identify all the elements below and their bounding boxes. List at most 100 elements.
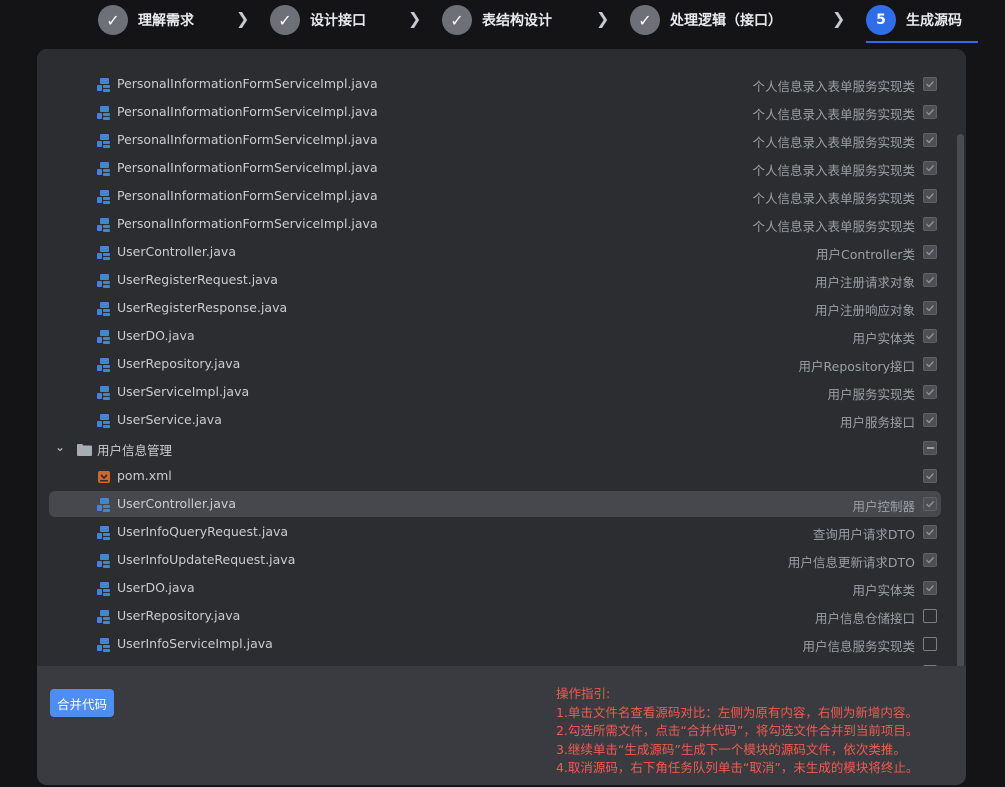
file-name[interactable]: PersonalInformationFormServiceImpl.java (117, 76, 378, 91)
row-checkbox[interactable] (923, 525, 937, 539)
folder-name[interactable]: 用户信息管理 (97, 440, 172, 459)
java-file-icon (97, 329, 111, 344)
row-checkbox[interactable] (923, 609, 937, 623)
row-checkbox[interactable] (923, 273, 937, 287)
row-checkbox[interactable] (923, 581, 937, 595)
guide-title: 操作指引: (556, 686, 611, 701)
guide-line: 4.取消源码，右下角任务队列单击“取消”，未生成的模块将终止。 (556, 760, 919, 775)
tree-file-row[interactable]: UserController.java 用户Controller类 (49, 239, 941, 265)
file-name[interactable]: UserInfoQueryRequest.java (117, 524, 288, 539)
tree-file-row[interactable]: UserDO.java 用户实体类 (49, 575, 941, 601)
tree-file-row[interactable]: UserInfoServiceImpl.java 用户信息服务实现类 (49, 631, 941, 657)
row-checkbox[interactable] (923, 329, 937, 343)
check-icon (926, 333, 935, 340)
file-description: 用户服务接口 (839, 415, 915, 430)
stepper: ✓ 理解需求 ❯ ✓ 设计接口 ❯ ✓ 表结构设计 ❯ ✓ 处理逻辑（接口） ❯… (0, 0, 1005, 43)
row-checkbox[interactable] (923, 245, 937, 259)
file-name[interactable]: UserRegisterResponse.java (117, 300, 287, 315)
tree-file-row[interactable]: UserRegisterResponse.java 用户注册响应对象 (49, 295, 941, 321)
tree-file-row[interactable]: UserRepository.java 用户Repository接口 (49, 351, 941, 377)
tree-file-row[interactable]: PersonalInformationFormServiceImpl.java 个… (49, 99, 941, 125)
tree-file-row[interactable]: pom.xml (49, 463, 941, 489)
file-name[interactable]: PersonalInformationFormServiceImpl.java (117, 104, 378, 119)
step-number-badge: 5 (866, 5, 896, 35)
chevron-right-icon: ❯ (236, 9, 250, 28)
row-checkbox[interactable] (923, 161, 937, 175)
file-name[interactable]: UserService.java (117, 412, 222, 427)
tree-file-row[interactable]: UserServiceImpl.java 用户服务实现类 (49, 379, 941, 405)
row-checkbox[interactable] (923, 413, 937, 427)
file-description: 用户注册响应对象 (814, 303, 915, 318)
file-description: 用户Controller类 (816, 247, 915, 262)
row-checkbox[interactable] (923, 469, 937, 483)
file-name[interactable]: UserRepository.java (117, 356, 240, 371)
java-file-icon (97, 133, 111, 148)
file-name[interactable]: PersonalInformationFormServiceImpl.java (117, 160, 378, 175)
tree-file-row[interactable]: PersonalInformationFormServiceImpl.java 个… (49, 155, 941, 181)
row-checkbox[interactable] (923, 441, 937, 455)
tree-file-row[interactable]: PersonalInformationFormServiceImpl.java 个… (49, 71, 941, 97)
tree-file-row[interactable]: UserService.java 用户服务接口 (49, 407, 941, 433)
java-file-icon (97, 105, 111, 120)
guide-line: 1.单击文件名查看源码对比：左侧为原有内容，右侧为新增内容。 (556, 704, 918, 720)
java-file-icon (97, 273, 111, 288)
file-name[interactable]: UserDO.java (117, 328, 195, 343)
check-icon (926, 109, 935, 116)
file-name[interactable]: UserInfoUpdateRequest.java (117, 552, 295, 567)
step-label: 理解需求 (138, 13, 194, 29)
row-checkbox[interactable] (923, 301, 937, 315)
tree-file-row[interactable]: PersonalInformationFormServiceImpl.java 个… (49, 211, 941, 237)
step-design-interface[interactable]: ✓ 设计接口 (270, 4, 366, 36)
scrollbar[interactable] (957, 134, 964, 674)
row-checkbox[interactable] (923, 385, 937, 399)
file-name[interactable]: PersonalInformationFormServiceImpl.java (117, 132, 378, 147)
java-file-icon (97, 385, 111, 400)
tree-file-row[interactable]: PersonalInformationFormServiceImpl.java 个… (49, 183, 941, 209)
java-file-icon (97, 217, 111, 232)
file-name[interactable]: UserInfoServiceImpl.java (117, 636, 273, 651)
step-understand-requirements[interactable]: ✓ 理解需求 (98, 4, 194, 36)
row-checkbox[interactable] (923, 77, 937, 91)
tree-file-row[interactable]: UserDO.java 用户实体类 (49, 323, 941, 349)
row-checkbox[interactable] (923, 189, 937, 203)
operation-guide: 操作指引: 1.单击文件名查看源码对比：左侧为原有内容，右侧为新增内容。 2.勾… (556, 685, 964, 778)
tree-file-row[interactable]: UserInfoUpdateRequest.java 用户信息更新请求DTO (49, 547, 941, 573)
row-checkbox[interactable] (923, 217, 937, 231)
file-name[interactable]: PersonalInformationFormServiceImpl.java (117, 188, 378, 203)
file-name[interactable]: UserDO.java (117, 580, 195, 595)
row-checkbox[interactable] (923, 553, 937, 567)
tree-file-row[interactable]: UserRepository.java 用户信息仓储接口 (49, 603, 941, 629)
tree-folder-row[interactable]: ⌄ 用户信息管理 (49, 435, 941, 461)
step-processing-logic[interactable]: ✓ 处理逻辑（接口） (630, 4, 782, 36)
chevron-down-icon[interactable]: ⌄ (55, 440, 65, 454)
file-name[interactable]: PersonalInformationFormServiceImpl.java (117, 216, 378, 231)
row-checkbox[interactable] (923, 497, 937, 511)
file-name[interactable]: UserController.java (117, 244, 236, 259)
tree-file-row[interactable]: PersonalInformationFormServiceImpl.java 个… (49, 127, 941, 153)
check-icon (926, 193, 935, 200)
tree-file-row[interactable]: UserInfoQueryRequest.java 查询用户请求DTO (49, 519, 941, 545)
file-description: 查询用户请求DTO (812, 527, 915, 542)
merge-code-button[interactable]: 合并代码 (50, 689, 114, 717)
file-name[interactable]: pom.xml (117, 468, 172, 483)
java-file-icon (97, 497, 111, 512)
guide-line: 2.勾选所需文件，点击“合并代码”，将勾选文件合并到当前项目。 (556, 723, 919, 738)
file-name[interactable]: UserServiceImpl.java (117, 384, 249, 399)
file-name[interactable]: UserRepository.java (117, 608, 240, 623)
row-checkbox[interactable] (923, 105, 937, 119)
chevron-right-icon: ❯ (596, 9, 610, 28)
check-icon (926, 165, 935, 172)
source-panel: PersonalInformationFormServiceImpl.java 个… (37, 49, 966, 785)
row-checkbox[interactable] (923, 637, 937, 651)
tree-file-row[interactable]: UserRegisterRequest.java 用户注册请求对象 (49, 267, 941, 293)
file-name[interactable]: UserController.java (117, 496, 236, 511)
tree-file-row-selected[interactable]: UserController.java 用户控制器 (49, 491, 941, 517)
java-file-icon (97, 301, 111, 316)
row-checkbox[interactable] (923, 133, 937, 147)
indeterminate-icon (926, 447, 934, 449)
step-generate-source[interactable]: 5 生成源码 (866, 4, 962, 36)
file-name[interactable]: UserRegisterRequest.java (117, 272, 278, 287)
step-table-design[interactable]: ✓ 表结构设计 (442, 4, 552, 36)
row-checkbox[interactable] (923, 357, 937, 371)
tree-file-row[interactable]: UserInfoService.java用户信息服务接口 (49, 659, 941, 666)
